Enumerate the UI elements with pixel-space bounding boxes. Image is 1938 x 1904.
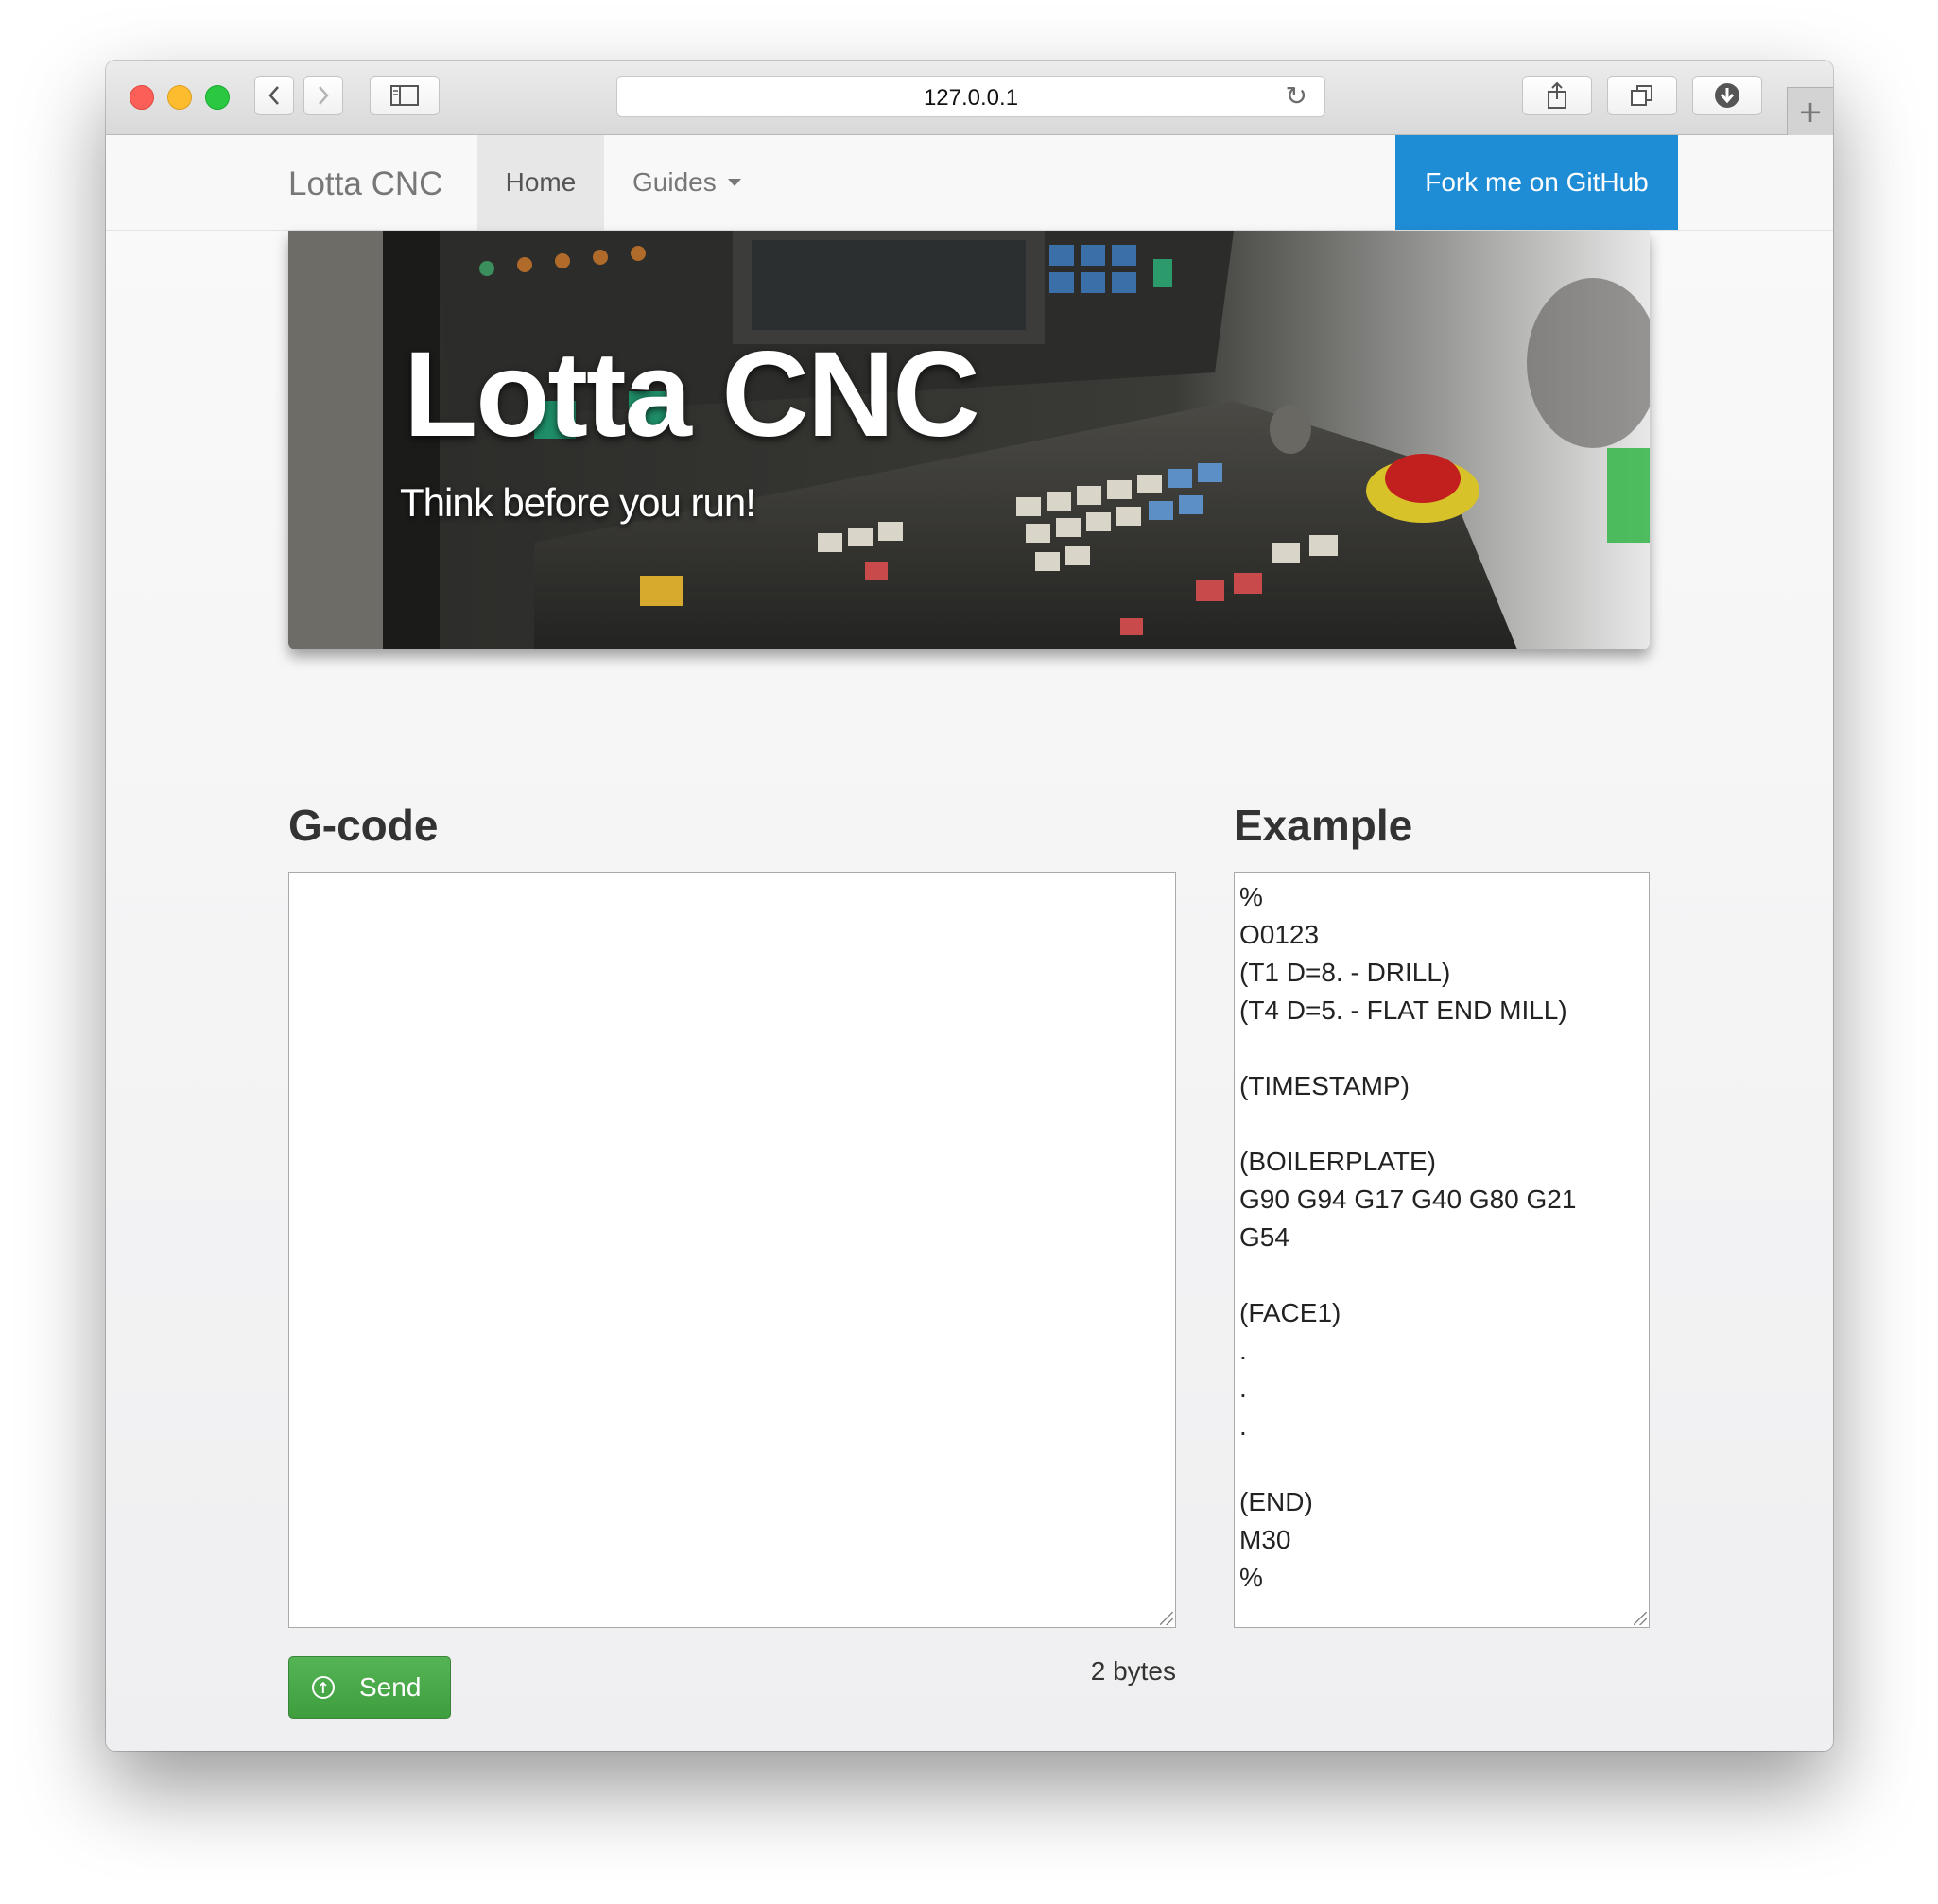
circle-arrow-up-icon: ↑ [312,1676,335,1699]
fork-on-github-link[interactable]: Fork me on GitHub [1395,135,1678,230]
tabs-overview-button[interactable] [1607,76,1677,115]
example-code-box: % O0123 (T1 D=8. - DRILL) (T4 D=5. - FLA… [1234,872,1650,1628]
address-bar[interactable]: 127.0.0.1 ↻ [616,76,1325,117]
browser-toolbar: 127.0.0.1 ↻ + [106,61,1833,135]
forward-button[interactable] [303,76,343,115]
nav-item-guides-dropdown[interactable]: Guides [632,167,741,198]
sidebar-toggle-button[interactable] [370,76,440,115]
gcode-resize-handle[interactable] [1160,1612,1173,1625]
reload-icon[interactable]: ↻ [1286,80,1307,112]
back-button[interactable] [254,76,294,115]
send-button-label: Send [359,1672,422,1702]
share-icon [1548,81,1566,109]
chevron-left-icon [268,86,279,105]
minimize-window-button[interactable] [167,85,192,110]
example-heading: Example [1234,801,1413,850]
download-icon [1715,83,1739,108]
page-content: Lotta CNC Think before you run! G-code E… [106,231,1833,1751]
chevron-right-icon [319,86,329,105]
site-navbar: Lotta CNC Home Guides Fork me on GitHub [106,135,1833,231]
close-window-button[interactable] [130,85,154,110]
url-text: 127.0.0.1 [923,85,1019,111]
tabs-icon [1631,85,1652,106]
nav-item-guides-label: Guides [632,167,717,197]
hero-title: Lotta CNC [404,327,980,462]
byte-count: 2 bytes [1090,1656,1176,1686]
fork-on-github-label: Fork me on GitHub [1425,167,1649,197]
gcode-heading: G-code [288,801,439,850]
downloads-button[interactable] [1692,76,1762,115]
zoom-window-button[interactable] [205,85,230,110]
share-button[interactable] [1522,76,1592,115]
sidebar-icon [390,85,419,106]
plus-icon: + [1797,94,1824,130]
send-button[interactable]: ↑ Send [288,1656,451,1719]
nav-item-home[interactable]: Home [477,135,604,230]
new-tab-button[interactable]: + [1787,87,1833,135]
hero-subtitle: Think before you run! [400,480,756,525]
nav-item-home-label: Home [505,167,577,197]
browser-window: 127.0.0.1 ↻ + Lotta CNC Home Guides Fork… [106,61,1833,1751]
hero-banner: Lotta CNC Think before you run! [288,231,1650,649]
caret-down-icon [727,179,741,186]
gcode-input[interactable] [288,872,1176,1628]
example-resize-handle[interactable] [1634,1612,1647,1625]
navbar-brand[interactable]: Lotta CNC [288,165,442,203]
